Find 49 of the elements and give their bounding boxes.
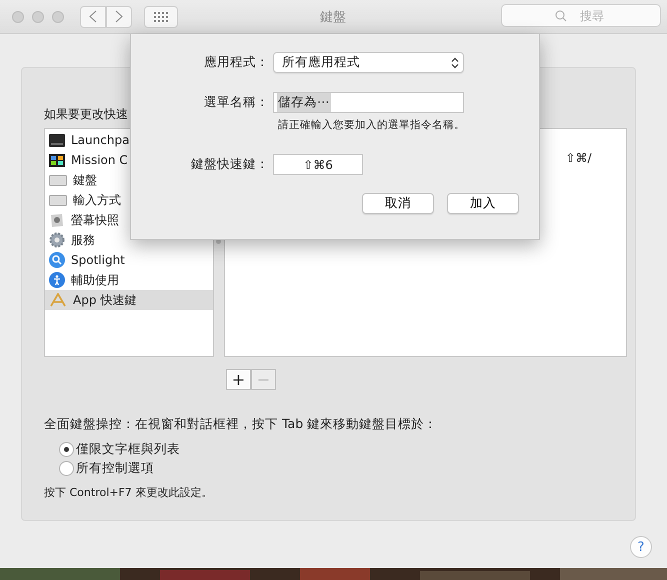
chevron-left-icon <box>89 10 97 23</box>
grid-icon <box>154 12 168 22</box>
category-item[interactable]: 輔助使用 <box>45 270 214 290</box>
keyboard-icon <box>49 174 67 186</box>
close-button[interactable] <box>12 10 24 22</box>
radio-button[interactable] <box>59 442 74 456</box>
forward-button[interactable] <box>106 6 132 28</box>
category-item[interactable]: Launchpa <box>45 130 214 150</box>
keyboard-icon <box>49 194 67 206</box>
application-select[interactable]: 所有應用程式 <box>273 52 464 73</box>
radio-label: 僅限文字框與列表 <box>76 440 180 458</box>
category-item[interactable]: 螢幕快照 <box>45 210 214 230</box>
field-label: 應用程式： <box>203 54 270 71</box>
camera-icon <box>49 212 65 228</box>
chevron-updown-icon <box>451 56 459 68</box>
field-label: 鍵盤快速鍵： <box>190 156 270 173</box>
radio-button[interactable] <box>59 460 74 476</box>
category-item[interactable]: 服務 <box>45 230 214 250</box>
add-button[interactable]: + <box>226 369 251 390</box>
show-all-button[interactable] <box>144 6 178 28</box>
back-button[interactable] <box>80 6 106 28</box>
add-button[interactable]: 加入 <box>447 193 519 214</box>
category-item[interactable]: App 快速鍵 <box>45 290 214 310</box>
chevron-right-icon <box>115 10 123 23</box>
zoom-button[interactable] <box>52 10 64 22</box>
help-button[interactable]: ? <box>630 536 652 558</box>
note-text: 按下 Control+F7 來更改此設定。 <box>44 485 214 500</box>
instruction-text: 如果要更改快速 <box>44 106 129 123</box>
input-field[interactable]: 儲存為⋯ <box>273 92 464 113</box>
category-item[interactable]: Spotlight <box>45 250 214 270</box>
windows-icon <box>49 154 65 166</box>
radio-label: 所有控制選項 <box>76 460 154 476</box>
search-icon <box>555 10 567 22</box>
cancel-button[interactable]: 取消 <box>362 193 434 214</box>
search-icon <box>49 252 65 268</box>
category-item[interactable]: 輸入方式 <box>45 190 214 210</box>
app-store-icon <box>49 293 67 307</box>
keyboard-access-label: 全面鍵盤操控：在視窗和對話框裡，按下 Tab 鍵來移動鍵盤目標於： <box>44 416 438 433</box>
field-label: 選單名稱： <box>203 94 270 111</box>
minimize-button[interactable] <box>32 10 44 22</box>
shortcut-field[interactable]: ⇧⌘6 <box>273 154 363 175</box>
search-field[interactable]: 搜尋 <box>501 4 661 27</box>
window-title: 鍵盤 <box>320 8 346 26</box>
hint-text: 請正確輸入您要加入的選單指令名稱。 <box>278 118 466 132</box>
gear-icon <box>49 232 65 248</box>
shortcut-keys: ⇧⌘/ <box>565 151 592 165</box>
category-item[interactable]: 鍵盤 <box>45 170 214 190</box>
launchpad-icon <box>49 134 65 146</box>
accessibility-icon <box>49 272 65 288</box>
